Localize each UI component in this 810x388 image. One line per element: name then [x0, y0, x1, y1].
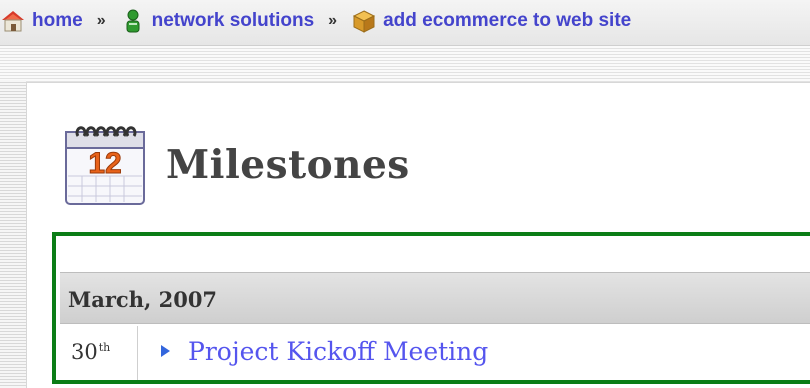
breadcrumb-separator: » [96, 12, 106, 29]
calendar-icon: 12 [64, 124, 148, 208]
breadcrumb-home-label: home [32, 10, 83, 31]
month-header: March, 2007 [68, 287, 218, 312]
milestone-title-link[interactable]: Project Kickoff Meeting [188, 337, 488, 366]
page-title: Milestones [166, 142, 410, 188]
breadcrumb-network-solutions-link[interactable]: network solutions [120, 8, 315, 34]
day-ordinal: th [98, 341, 111, 354]
breadcrumb: home » network solutions » add ecommerce… [0, 6, 631, 36]
breadcrumb-add-ecommerce-link[interactable]: add ecommerce to web site [351, 8, 631, 34]
person-icon [120, 8, 146, 34]
breadcrumb-add-ecommerce-label: add ecommerce to web site [383, 10, 632, 31]
breadcrumb-separator: » [328, 12, 338, 29]
breadcrumb-home-link[interactable]: home [0, 8, 83, 34]
calendar-number: 12 [88, 147, 121, 180]
milestone-day: 30th [71, 340, 111, 364]
milestone-day-cell: 30th [60, 326, 138, 380]
triangle-right-icon [161, 345, 170, 357]
house-icon [0, 8, 26, 34]
milestone-row: 30th Project Kickoff Meeting [60, 326, 810, 380]
breadcrumb-bar: home » network solutions » add ecommerce… [0, 0, 810, 46]
left-margin-strip [0, 80, 26, 388]
month-header-row: March, 2007 [60, 272, 810, 324]
breadcrumb-network-solutions-label: network solutions [151, 10, 315, 31]
box-icon [351, 8, 377, 34]
